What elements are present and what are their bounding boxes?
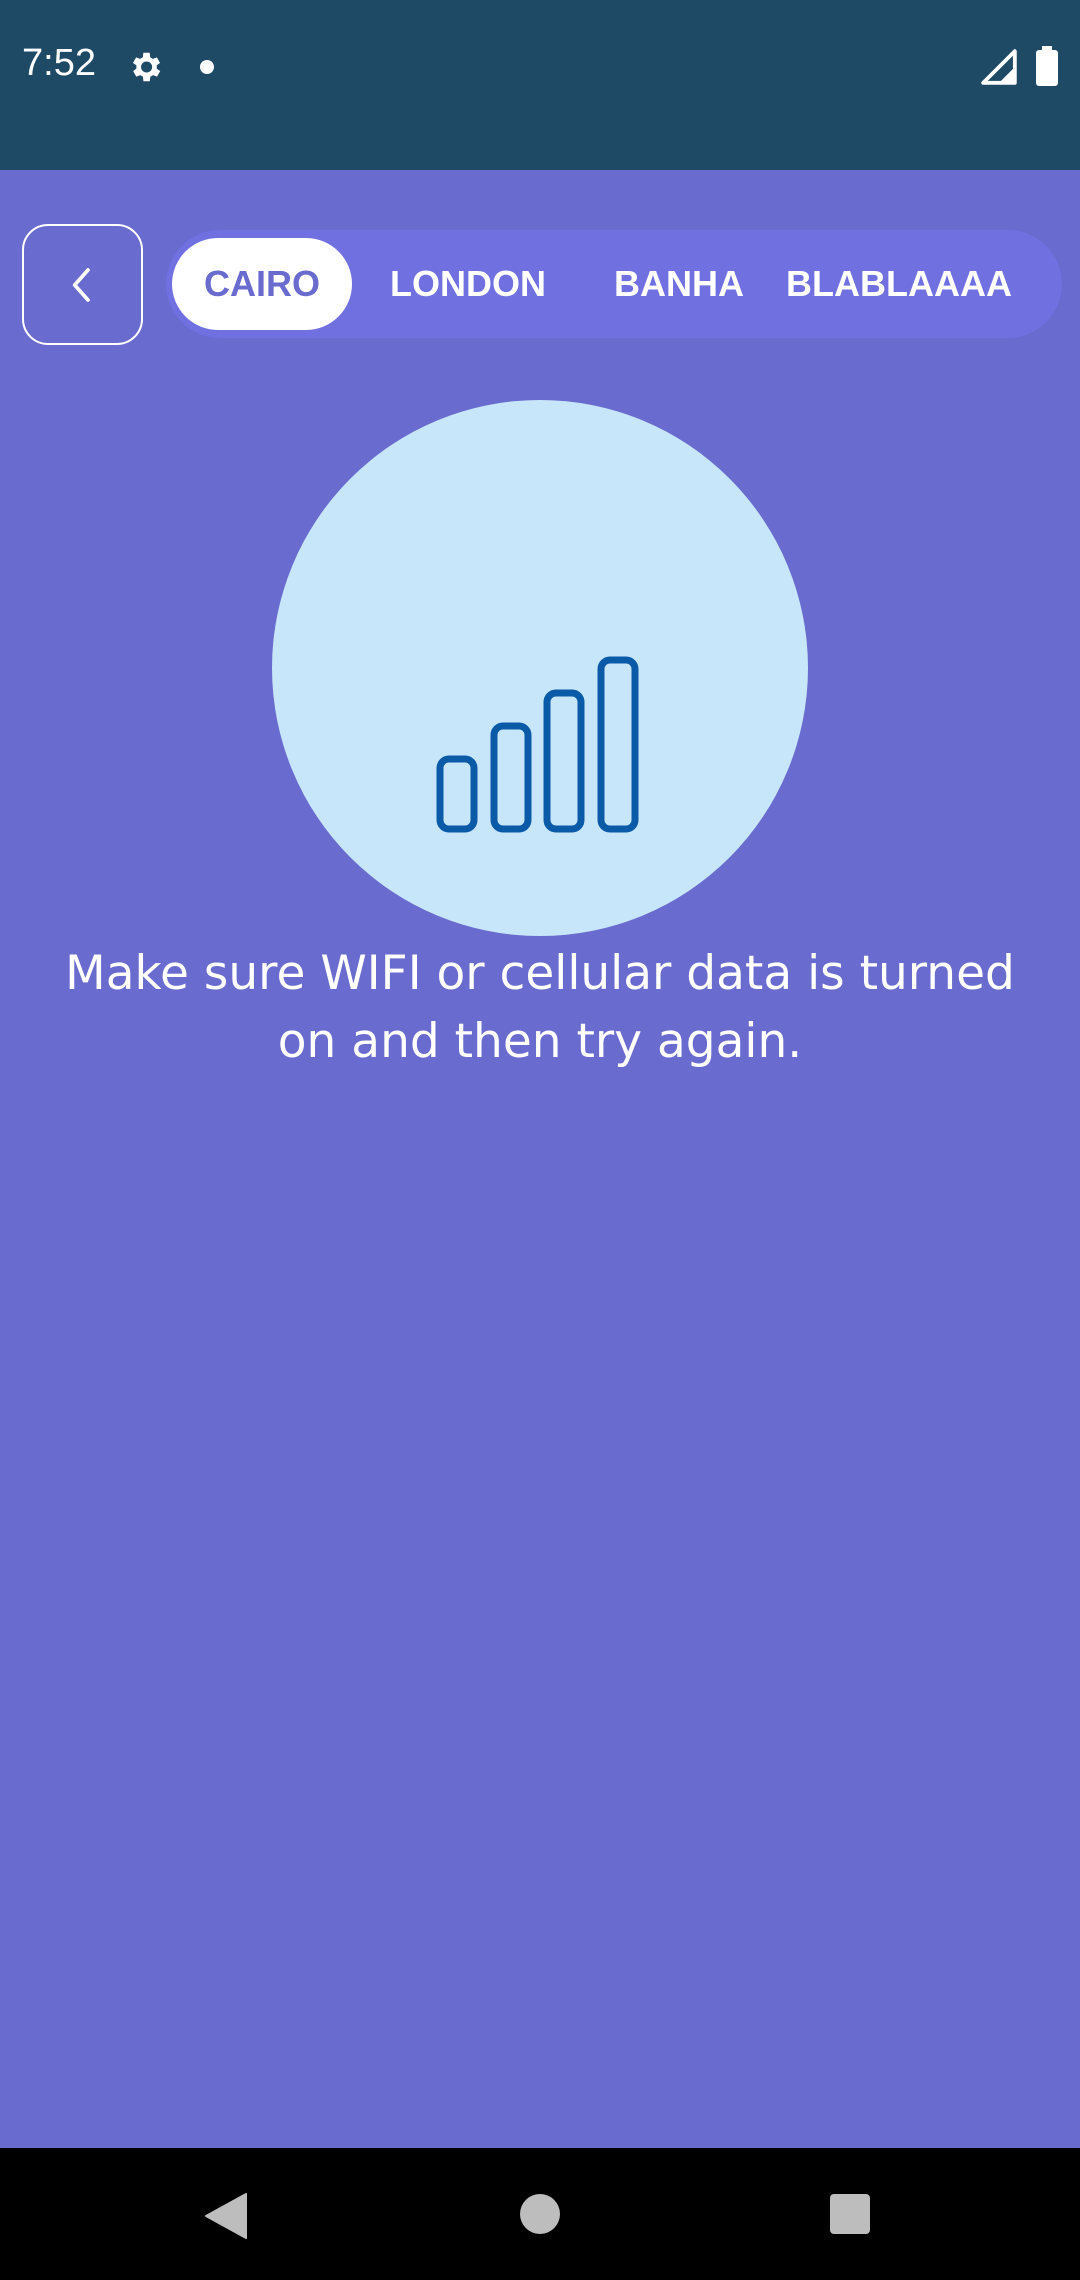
tab-london[interactable]: LONDON xyxy=(352,238,584,330)
tab-blablaaaa[interactable]: BLABLAAAA xyxy=(774,238,1024,330)
gear-icon xyxy=(132,52,161,82)
notification-dot-icon xyxy=(200,60,214,74)
error-message: Make sure WIFI or cellular data is turne… xyxy=(65,946,1015,1069)
back-button[interactable] xyxy=(22,224,143,345)
city-tabs: CAIRO LONDON BANHA BLABLAAAA xyxy=(166,230,1062,338)
cell-signal-icon xyxy=(981,49,1017,85)
nav-back-icon[interactable] xyxy=(204,2192,248,2240)
signal-bars-icon xyxy=(436,656,639,833)
status-time: 7:52 xyxy=(22,42,96,84)
status-bar: 7:52 xyxy=(0,0,1080,170)
tab-banha[interactable]: BANHA xyxy=(584,238,774,330)
tab-cairo[interactable]: CAIRO xyxy=(172,238,352,330)
chevron-left-icon xyxy=(72,267,90,302)
nav-recents-icon[interactable] xyxy=(830,2194,870,2234)
battery-icon xyxy=(1036,46,1058,86)
nav-bar xyxy=(0,2148,1080,2280)
nav-home-icon[interactable] xyxy=(520,2194,560,2234)
